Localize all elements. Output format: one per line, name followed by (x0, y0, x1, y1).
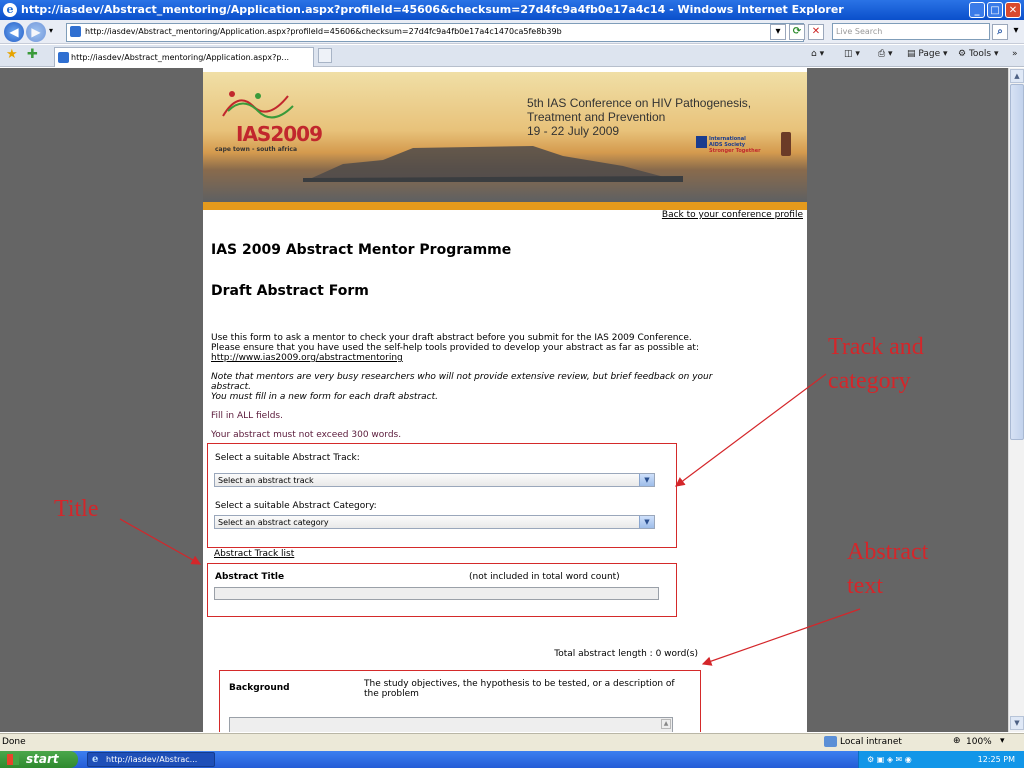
intranet-zone-icon (824, 736, 837, 747)
scroll-up-button[interactable]: ▲ (1010, 69, 1024, 83)
tab-title: http://iasdev/Abstract_mentoring/Applica… (71, 53, 290, 62)
window-title: http://iasdev/Abstract_mentoring/Applica… (21, 3, 844, 16)
add-favorite-icon[interactable]: ✚ (27, 47, 38, 62)
arrow-to-title (119, 518, 202, 565)
clock: 12:25 PM (977, 755, 1015, 764)
status-text: Done (2, 737, 26, 747)
ie-task-icon: e (92, 754, 99, 765)
tools-menu[interactable]: ⚙ Tools ▾ (958, 49, 999, 59)
start-button[interactable]: start (0, 751, 78, 768)
address-input[interactable]: http://iasdev/Abstract_mentoring/Applica… (66, 23, 804, 42)
address-toolbar: ◀ ▶ ▾ http://iasdev/Abstract_mentoring/A… (0, 20, 1024, 44)
tab-toolbar: ★ ✚ http://iasdev/Abstract_mentoring/App… (0, 45, 1024, 67)
search-input[interactable]: Live Search (832, 23, 990, 40)
gear-icon: ⚙ (958, 49, 967, 59)
refresh-icon[interactable]: ⟳ (789, 24, 805, 40)
content-viewport: IAS2009 cape town - south africa 5th IAS… (0, 68, 1008, 732)
zoom-level[interactable]: 100% (966, 737, 992, 747)
home-icon[interactable]: ⌂ ▾ (811, 49, 824, 59)
taskbar: start e http://iasdev/Abstrac... ⚙ ▣ ◈ ✉… (0, 751, 1024, 768)
system-tray: ⚙ ▣ ◈ ✉ ◉ 12:25 PM (858, 751, 1024, 768)
tray-icons[interactable]: ⚙ ▣ ◈ ✉ ◉ (867, 751, 912, 768)
minimize-button[interactable]: _ (969, 2, 985, 18)
status-bar: Done Local intranet ⊕ 100% ▾ (0, 733, 1024, 751)
arrow-to-abstract-text (701, 608, 861, 666)
back-button[interactable]: ◀ (4, 22, 24, 42)
start-label: start (26, 752, 59, 766)
tab-page-icon (58, 52, 69, 63)
close-button[interactable]: ✕ (1005, 2, 1021, 18)
vertical-scrollbar[interactable]: ▲ ▼ (1008, 68, 1024, 732)
scrollbar-thumb[interactable] (1010, 84, 1024, 440)
zoom-icon[interactable]: ⊕ (953, 736, 961, 746)
windows-flag-icon (7, 754, 19, 765)
zoom-dropdown-icon[interactable]: ▾ (1000, 736, 1005, 746)
ie-logo-icon: e (3, 3, 17, 17)
search-icon[interactable]: ⌕ (992, 24, 1008, 40)
page-menu-icon: ▤ (907, 49, 916, 59)
print-icon[interactable]: ⎙ ▾ (878, 49, 893, 59)
stop-icon[interactable]: ✕ (808, 24, 824, 40)
arrow-to-track-category (675, 373, 827, 487)
favorites-star-icon[interactable]: ★ (6, 47, 18, 62)
feeds-icon[interactable]: ◫ ▾ (844, 49, 860, 59)
tools-menu-label: Tools (968, 49, 992, 59)
new-tab-button[interactable] (318, 48, 332, 63)
task-item-label: http://iasdev/Abstrac... (106, 755, 198, 764)
search-options-icon[interactable]: ▾ (1008, 24, 1024, 40)
window-title-bar[interactable]: e http://iasdev/Abstract_mentoring/Appli… (0, 0, 1024, 20)
page-menu[interactable]: ▤ Page ▾ (907, 49, 948, 59)
page-icon (70, 26, 81, 37)
page-menu-label: Page (918, 49, 941, 59)
address-dropdown-button[interactable]: ▾ (770, 24, 786, 40)
zone-label: Local intranet (840, 737, 902, 747)
forward-button[interactable]: ▶ (26, 22, 46, 42)
taskbar-ie-item[interactable]: e http://iasdev/Abstrac... (87, 752, 215, 767)
history-dropdown-icon[interactable]: ▾ (49, 26, 53, 35)
address-url: http://iasdev/Abstract_mentoring/Applica… (85, 27, 562, 36)
toolbar-overflow-icon[interactable]: » (1012, 49, 1018, 59)
tab-current[interactable]: http://iasdev/Abstract_mentoring/Applica… (54, 47, 314, 67)
maximize-button[interactable]: □ (987, 2, 1003, 18)
annotation-arrows (119, 373, 861, 666)
scroll-down-button[interactable]: ▼ (1010, 716, 1024, 730)
